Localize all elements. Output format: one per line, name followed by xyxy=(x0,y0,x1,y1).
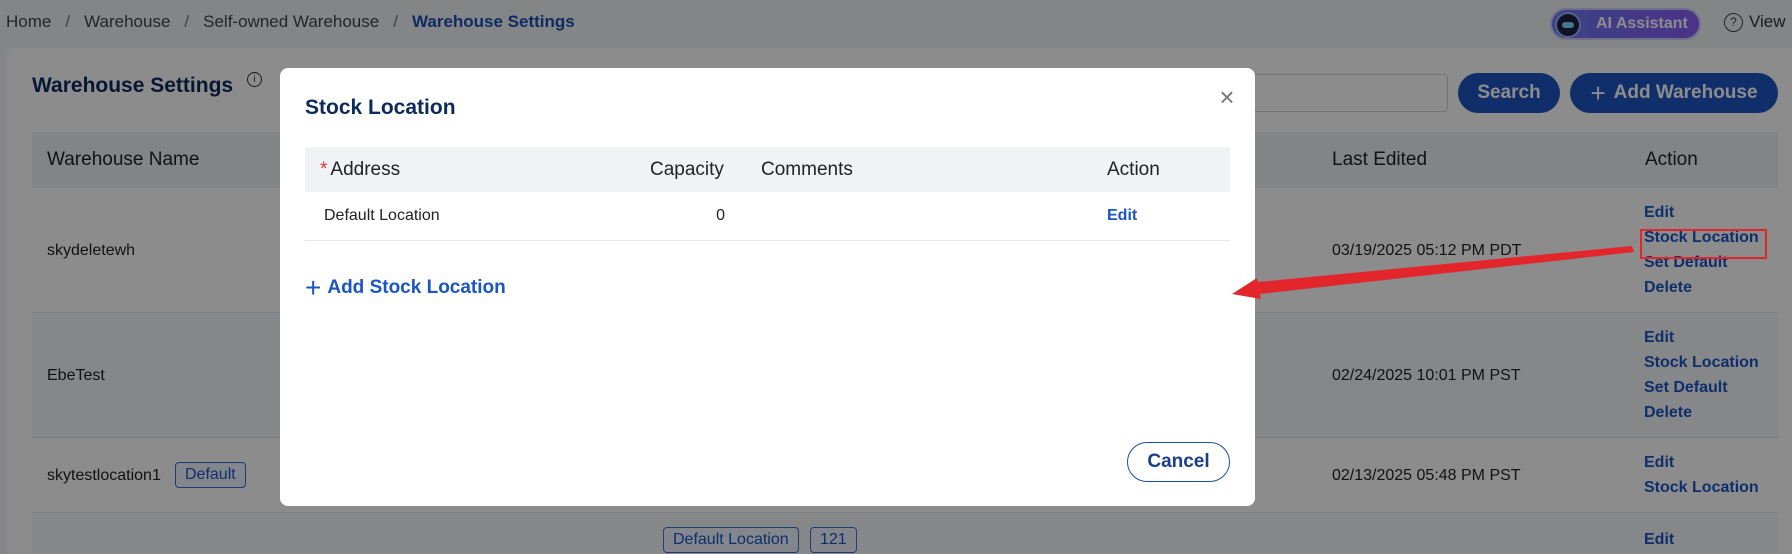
stock-location-modal: Stock Location × * Address Capacity Comme… xyxy=(280,68,1255,506)
modal-table-header: * Address Capacity Comments Action xyxy=(305,147,1230,192)
header-address-label: Address xyxy=(330,159,401,180)
header-comments: Comments xyxy=(761,159,853,180)
header-capacity: Capacity xyxy=(650,159,724,180)
add-stock-location-button[interactable]: + Add Stock Location xyxy=(305,274,506,302)
header-action: Action xyxy=(1107,159,1160,180)
header-address: * Address xyxy=(320,159,400,181)
modal-title: Stock Location xyxy=(305,96,456,119)
cancel-button[interactable]: Cancel xyxy=(1127,442,1230,482)
plus-icon: + xyxy=(305,272,322,303)
required-mark: * xyxy=(320,159,328,180)
address-cell: Default Location xyxy=(324,207,440,224)
stock-location-row: Default Location 0 Edit xyxy=(305,192,1230,241)
close-icon[interactable]: × xyxy=(1216,84,1238,110)
highlight-box xyxy=(1640,229,1767,259)
add-stock-location-label: Add Stock Location xyxy=(327,277,506,298)
edit-link[interactable]: Edit xyxy=(1107,207,1137,225)
